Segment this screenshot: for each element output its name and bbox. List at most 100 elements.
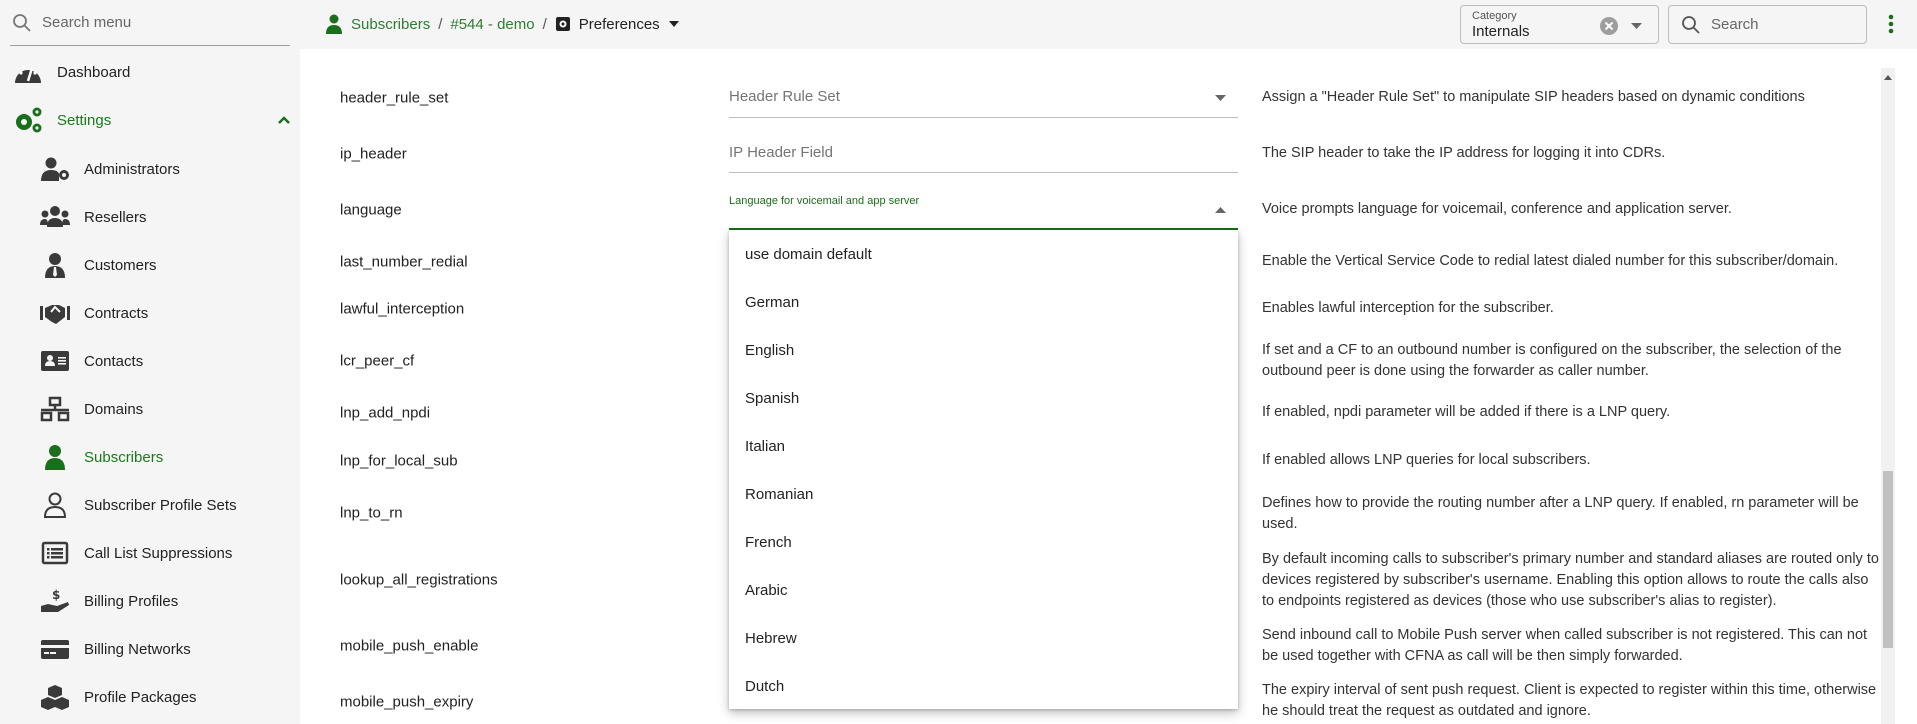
pref-name: mobile_push_expiry bbox=[340, 693, 474, 711]
category-select[interactable]: Category Internals bbox=[1460, 5, 1659, 44]
language-select[interactable]: Language for voicemail and app server bbox=[729, 192, 1238, 230]
list-icon bbox=[41, 541, 69, 565]
search-field[interactable]: Search bbox=[1668, 5, 1867, 44]
clear-icon[interactable] bbox=[1600, 17, 1618, 35]
sidebar-item-subscriber-profile-sets[interactable]: Subscriber Profile Sets bbox=[0, 485, 300, 525]
pref-description: If enabled allows LNP queries for local … bbox=[1262, 452, 1591, 468]
pref-name: lnp_to_rn bbox=[340, 504, 403, 522]
sidebar-item-label: Subscribers bbox=[84, 448, 164, 466]
sidebar-item-profile-packages[interactable]: Profile Packages bbox=[0, 677, 300, 717]
sidebar-item-settings[interactable]: Settings bbox=[0, 100, 300, 140]
breadcrumb-preferences[interactable]: Preferences bbox=[579, 16, 660, 33]
pref-description: Assign a "Header Rule Set" to manipulate… bbox=[1262, 89, 1805, 105]
sidebar-item-label: Resellers bbox=[84, 208, 147, 226]
caret-down-icon bbox=[1215, 95, 1226, 101]
field-placeholder: Header Rule Set bbox=[729, 88, 840, 105]
sidebar-item-label: Domains bbox=[84, 400, 144, 418]
gears-icon bbox=[16, 107, 42, 133]
scrollbar-thumb[interactable] bbox=[1883, 471, 1893, 648]
sidebar-item-subscribers[interactable]: Subscribers bbox=[0, 437, 300, 477]
sidebar-item-billing-networks[interactable]: Billing Networks bbox=[0, 629, 300, 669]
sidebar-item-administrators[interactable]: Administrators bbox=[0, 149, 300, 189]
language-option[interactable]: Spanish bbox=[729, 374, 1238, 422]
sidebar-item-customers[interactable]: Customers bbox=[0, 245, 300, 285]
language-option[interactable]: English bbox=[729, 326, 1238, 374]
sidebar-item-contacts[interactable]: Contacts bbox=[0, 341, 300, 381]
pref-name: lookup_all_registrations bbox=[340, 571, 498, 589]
language-option[interactable]: Italian bbox=[729, 422, 1238, 470]
language-option[interactable]: Romanian bbox=[729, 470, 1238, 518]
language-option[interactable]: German bbox=[729, 278, 1238, 326]
sidebar-item-label: Call List Suppressions bbox=[84, 544, 233, 562]
network-icon bbox=[40, 396, 70, 422]
scroll-up-icon[interactable] bbox=[1884, 75, 1892, 80]
pref-name: last_number_redial bbox=[340, 253, 468, 271]
breadcrumb-separator: / bbox=[438, 15, 443, 33]
user-tie-icon bbox=[45, 253, 65, 278]
pref-description: By default incoming calls to subscriber'… bbox=[1262, 551, 1879, 609]
sidebar-item-label: Contracts bbox=[84, 304, 149, 322]
pref-description: Defines how to provide the routing numbe… bbox=[1262, 495, 1859, 532]
id-card-icon bbox=[41, 351, 69, 371]
menu-search[interactable]: Search menu bbox=[10, 0, 290, 46]
pref-description: The SIP header to take the IP address fo… bbox=[1262, 145, 1666, 161]
sidebar-item-resellers[interactable]: Resellers bbox=[0, 197, 300, 237]
breadcrumb-subscribers[interactable]: Subscribers bbox=[351, 16, 430, 33]
language-option[interactable]: Dutch bbox=[729, 662, 1238, 710]
pref-description: If set and a CF to an outbound number is… bbox=[1262, 342, 1842, 379]
sidebar-item-label: Dashboard bbox=[57, 63, 131, 81]
header-rule-set-select[interactable]: Header Rule Set bbox=[729, 82, 1238, 118]
language-option[interactable]: Hebrew bbox=[729, 614, 1238, 662]
hand-dollar-icon: $ bbox=[41, 588, 69, 612]
category-label: Category bbox=[1472, 10, 1517, 22]
sidebar-item-domains[interactable]: Domains bbox=[0, 389, 300, 429]
sidebar-item-call-list-suppressions[interactable]: Call List Suppressions bbox=[0, 533, 300, 573]
pref-description: Voice prompts language for voicemail, co… bbox=[1262, 201, 1732, 217]
sidebar-item-label: Billing Networks bbox=[84, 640, 191, 658]
language-option[interactable]: Arabic bbox=[729, 566, 1238, 614]
pref-name: lawful_interception bbox=[340, 300, 465, 318]
user-icon bbox=[326, 14, 342, 34]
pref-name: language bbox=[340, 201, 402, 219]
caret-down-icon[interactable] bbox=[668, 20, 680, 28]
svg-text:$: $ bbox=[52, 588, 60, 602]
caret-down-icon[interactable] bbox=[1631, 23, 1642, 29]
pref-name: lnp_add_npdi bbox=[340, 404, 431, 422]
menu-search-input[interactable]: Search menu bbox=[42, 14, 131, 31]
pref-name: header_rule_set bbox=[340, 89, 449, 107]
chevron-up-icon[interactable] bbox=[277, 115, 291, 125]
sidebar-item-billing-profiles[interactable]: $ Billing Profiles bbox=[0, 581, 300, 621]
pref-description: Enables lawful interception for the subs… bbox=[1262, 300, 1554, 316]
search-input[interactable]: Search bbox=[1711, 16, 1759, 33]
dashboard-icon bbox=[15, 65, 41, 83]
pref-name: lnp_for_local_sub bbox=[340, 452, 458, 470]
search-icon bbox=[1682, 15, 1700, 34]
sidebar: Search menu Dashboard Settings Administr… bbox=[0, 0, 300, 724]
pref-description: The expiry interval of sent push request… bbox=[1262, 682, 1877, 719]
pref-name: ip_header bbox=[340, 145, 407, 163]
breadcrumb: Subscribers / #544 - demo / Preferences bbox=[325, 0, 680, 48]
ip-header-input[interactable]: IP Header Field bbox=[729, 138, 1238, 173]
sidebar-item-label: Billing Profiles bbox=[84, 592, 179, 610]
scrollbar[interactable] bbox=[1881, 68, 1895, 724]
sidebar-item-contracts[interactable]: Contracts bbox=[0, 293, 300, 333]
pref-description: Send inbound call to Mobile Push server … bbox=[1262, 627, 1868, 664]
pref-description: Enable the Vertical Service Code to redi… bbox=[1262, 253, 1839, 269]
sidebar-item-label: Customers bbox=[84, 256, 157, 274]
sidebar-item-label: Subscriber Profile Sets bbox=[84, 496, 237, 514]
gear-icon bbox=[555, 17, 570, 31]
breadcrumb-separator: / bbox=[542, 15, 547, 33]
caret-up-icon bbox=[1215, 207, 1226, 213]
breadcrumb-subscriber[interactable]: #544 - demo bbox=[450, 16, 534, 33]
pref-name: mobile_push_enable bbox=[340, 637, 479, 655]
language-option[interactable]: use domain default bbox=[729, 230, 1238, 278]
sidebar-item-label: Settings bbox=[57, 111, 112, 129]
more-vert-icon[interactable] bbox=[1888, 14, 1894, 34]
category-value: Internals bbox=[1472, 23, 1530, 40]
field-placeholder: IP Header Field bbox=[729, 144, 833, 161]
sidebar-item-dashboard[interactable]: Dashboard bbox=[0, 52, 300, 92]
credit-card-icon bbox=[41, 640, 69, 659]
sidebar-item-label: Profile Packages bbox=[84, 688, 197, 706]
language-option[interactable]: French bbox=[729, 518, 1238, 566]
language-dropdown-menu: use domain default German English Spanis… bbox=[729, 230, 1238, 709]
